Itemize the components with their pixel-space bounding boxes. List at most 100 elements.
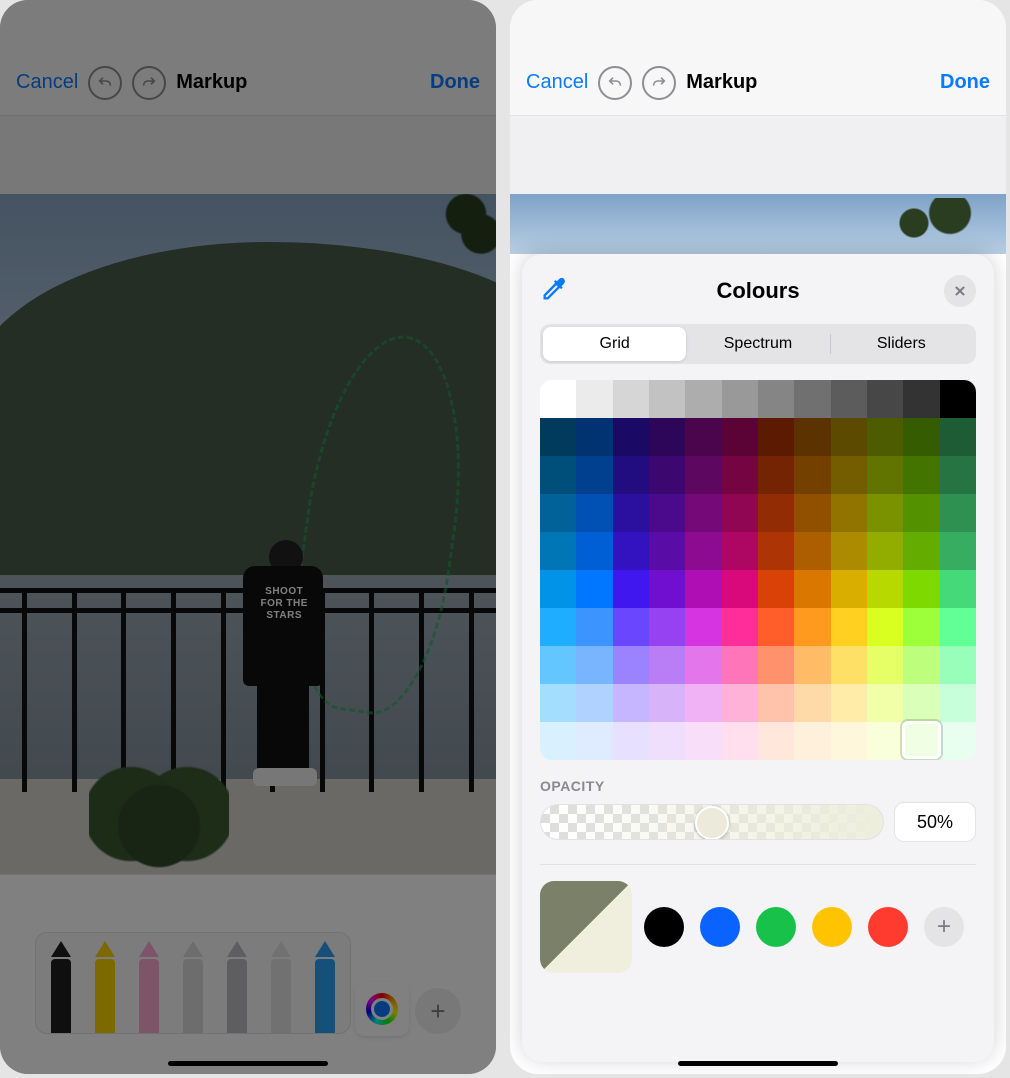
grid-cell[interactable] xyxy=(722,722,758,760)
grid-cell[interactable] xyxy=(940,608,976,646)
tool-marker[interactable] xyxy=(84,937,126,1033)
add-tool-button[interactable]: + xyxy=(415,988,461,1034)
tool-pen[interactable] xyxy=(40,937,82,1033)
grid-cell[interactable] xyxy=(794,494,830,532)
preset-swatch[interactable] xyxy=(644,907,684,947)
grid-cell[interactable] xyxy=(867,456,903,494)
grid-cell[interactable] xyxy=(831,418,867,456)
grid-cell[interactable] xyxy=(940,684,976,722)
grid-cell[interactable] xyxy=(940,646,976,684)
preset-swatch[interactable] xyxy=(812,907,852,947)
grid-cell[interactable] xyxy=(831,608,867,646)
redo-button[interactable] xyxy=(642,66,676,100)
grid-cell[interactable] xyxy=(758,646,794,684)
undo-button[interactable] xyxy=(88,66,122,100)
grid-cell[interactable] xyxy=(758,532,794,570)
grid-cell[interactable] xyxy=(540,380,576,418)
grid-cell[interactable] xyxy=(794,570,830,608)
grid-cell[interactable] xyxy=(722,646,758,684)
preset-swatch[interactable] xyxy=(868,907,908,947)
close-button[interactable] xyxy=(944,275,976,307)
grid-cell[interactable] xyxy=(613,722,649,760)
grid-cell[interactable] xyxy=(940,722,976,760)
grid-cell[interactable] xyxy=(831,456,867,494)
eyedropper-button[interactable] xyxy=(540,275,572,307)
grid-cell[interactable] xyxy=(649,456,685,494)
grid-cell[interactable] xyxy=(794,684,830,722)
cancel-button[interactable]: Cancel xyxy=(16,71,78,94)
grid-cell[interactable] xyxy=(685,570,721,608)
grid-cell[interactable] xyxy=(903,570,939,608)
grid-cell[interactable] xyxy=(613,456,649,494)
grid-cell[interactable] xyxy=(613,494,649,532)
grid-cell[interactable] xyxy=(649,380,685,418)
grid-cell[interactable] xyxy=(940,532,976,570)
opacity-value[interactable]: 50% xyxy=(894,802,976,842)
grid-cell[interactable] xyxy=(867,722,903,760)
grid-cell[interactable] xyxy=(685,532,721,570)
grid-cell[interactable] xyxy=(649,418,685,456)
tab-spectrum[interactable]: Spectrum xyxy=(686,327,829,361)
grid-cell[interactable] xyxy=(685,722,721,760)
tool-eraser[interactable] xyxy=(172,937,214,1033)
grid-cell[interactable] xyxy=(940,380,976,418)
grid-cell[interactable] xyxy=(758,722,794,760)
grid-cell[interactable] xyxy=(940,418,976,456)
grid-cell[interactable] xyxy=(613,532,649,570)
grid-cell[interactable] xyxy=(576,532,612,570)
grid-cell[interactable] xyxy=(867,532,903,570)
tab-grid[interactable]: Grid xyxy=(543,327,686,361)
grid-cell[interactable] xyxy=(649,722,685,760)
color-picker-button[interactable] xyxy=(357,984,407,1034)
grid-cell[interactable] xyxy=(722,494,758,532)
grid-cell[interactable] xyxy=(794,456,830,494)
preset-swatch[interactable] xyxy=(700,907,740,947)
grid-cell[interactable] xyxy=(867,494,903,532)
home-indicator[interactable] xyxy=(678,1061,838,1066)
opacity-slider[interactable] xyxy=(540,804,884,840)
tool-lasso[interactable] xyxy=(216,937,258,1033)
home-indicator[interactable] xyxy=(168,1061,328,1066)
grid-cell[interactable] xyxy=(831,684,867,722)
grid-cell[interactable] xyxy=(540,570,576,608)
grid-cell[interactable] xyxy=(613,608,649,646)
grid-cell[interactable] xyxy=(613,380,649,418)
grid-cell[interactable] xyxy=(685,494,721,532)
grid-cell[interactable] xyxy=(685,380,721,418)
grid-cell[interactable] xyxy=(867,418,903,456)
grid-cell[interactable] xyxy=(831,722,867,760)
grid-cell[interactable] xyxy=(540,684,576,722)
grid-cell[interactable] xyxy=(903,494,939,532)
grid-cell[interactable] xyxy=(903,608,939,646)
grid-cell[interactable] xyxy=(540,456,576,494)
redo-button[interactable] xyxy=(132,66,166,100)
grid-cell[interactable] xyxy=(540,608,576,646)
preset-swatch[interactable] xyxy=(756,907,796,947)
opacity-thumb[interactable] xyxy=(695,806,729,840)
grid-cell[interactable] xyxy=(903,722,939,760)
grid-cell[interactable] xyxy=(940,456,976,494)
grid-cell[interactable] xyxy=(576,418,612,456)
grid-cell[interactable] xyxy=(940,494,976,532)
grid-cell[interactable] xyxy=(649,608,685,646)
tool-highlighter[interactable] xyxy=(128,937,170,1033)
grid-cell[interactable] xyxy=(722,684,758,722)
grid-cell[interactable] xyxy=(540,418,576,456)
done-button[interactable]: Done xyxy=(940,71,990,94)
grid-cell[interactable] xyxy=(831,494,867,532)
grid-cell[interactable] xyxy=(576,380,612,418)
grid-cell[interactable] xyxy=(613,418,649,456)
grid-cell[interactable] xyxy=(722,418,758,456)
grid-cell[interactable] xyxy=(685,646,721,684)
grid-cell[interactable] xyxy=(576,722,612,760)
grid-cell[interactable] xyxy=(722,456,758,494)
grid-cell[interactable] xyxy=(867,608,903,646)
grid-cell[interactable] xyxy=(903,684,939,722)
grid-cell[interactable] xyxy=(867,684,903,722)
grid-cell[interactable] xyxy=(794,532,830,570)
grid-cell[interactable] xyxy=(685,684,721,722)
grid-cell[interactable] xyxy=(649,532,685,570)
grid-cell[interactable] xyxy=(831,646,867,684)
grid-cell[interactable] xyxy=(576,608,612,646)
grid-cell[interactable] xyxy=(649,646,685,684)
